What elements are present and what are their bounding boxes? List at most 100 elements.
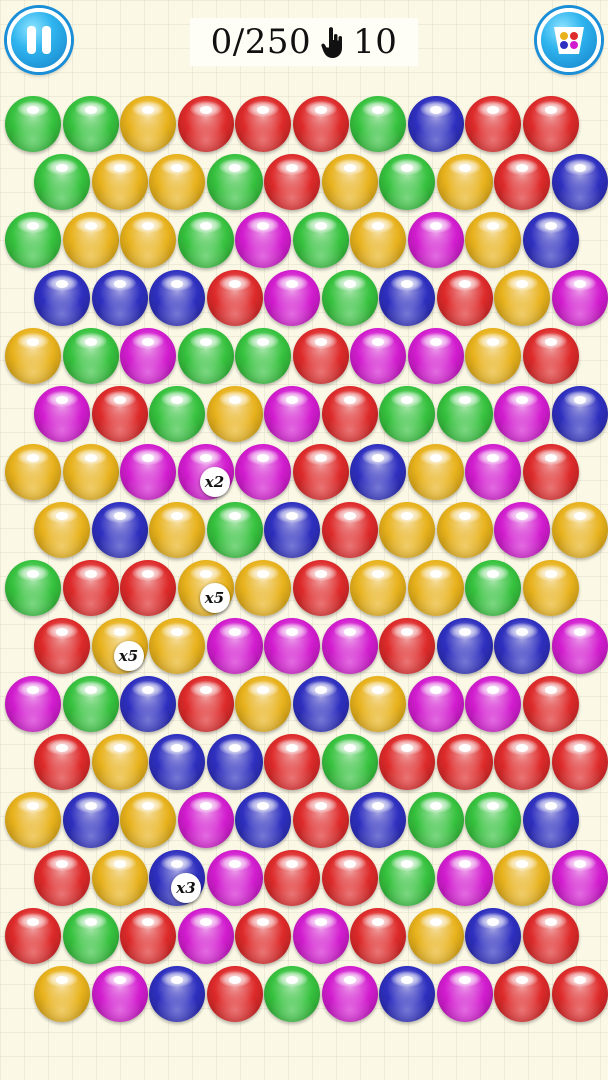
- yellow-bubble[interactable]: x5: [91, 618, 148, 674]
- red-bubble[interactable]: [522, 908, 579, 964]
- magenta-bubble[interactable]: [321, 966, 378, 1022]
- yellow-bubble[interactable]: [120, 792, 176, 848]
- red-bubble[interactable]: [522, 676, 579, 732]
- magenta-bubble[interactable]: [5, 676, 61, 732]
- red-bubble[interactable]: [292, 328, 349, 384]
- red-bubble[interactable]: [551, 966, 608, 1022]
- red-bubble[interactable]: [206, 966, 263, 1022]
- magenta-bubble[interactable]: [465, 676, 521, 732]
- green-bubble[interactable]: [62, 328, 119, 384]
- blue-bubble[interactable]: [407, 96, 464, 152]
- blue-bubble[interactable]: [436, 618, 493, 674]
- red-bubble[interactable]: [522, 444, 579, 500]
- yellow-bubble[interactable]: [350, 212, 406, 268]
- blue-bubble[interactable]: [149, 734, 205, 790]
- red-bubble[interactable]: [292, 96, 349, 152]
- yellow-bubble[interactable]: [494, 850, 550, 906]
- blue-bubble[interactable]: [120, 676, 176, 732]
- green-bubble[interactable]: [465, 792, 521, 848]
- yellow-bubble[interactable]: [149, 618, 205, 674]
- red-bubble[interactable]: [235, 908, 291, 964]
- red-bubble[interactable]: [264, 850, 320, 906]
- magenta-bubble[interactable]: [436, 850, 493, 906]
- red-bubble[interactable]: [292, 560, 349, 616]
- blue-bubble[interactable]: [235, 792, 291, 848]
- magenta-bubble[interactable]: [177, 792, 234, 848]
- yellow-bubble[interactable]: [465, 328, 521, 384]
- magenta-bubble[interactable]: [407, 328, 464, 384]
- yellow-bubble[interactable]: [551, 502, 608, 558]
- yellow-bubble[interactable]: [149, 154, 205, 210]
- green-bubble[interactable]: [436, 386, 493, 442]
- blue-bubble[interactable]: [379, 270, 435, 326]
- red-bubble[interactable]: [120, 560, 176, 616]
- yellow-bubble[interactable]: [5, 792, 61, 848]
- green-bubble[interactable]: [62, 908, 119, 964]
- green-bubble[interactable]: [264, 966, 320, 1022]
- red-bubble[interactable]: [494, 734, 550, 790]
- magenta-bubble[interactable]: [551, 850, 608, 906]
- blue-bubble[interactable]: [350, 792, 406, 848]
- blue-bubble[interactable]: [149, 270, 205, 326]
- red-bubble[interactable]: [379, 618, 435, 674]
- yellow-bubble[interactable]: [407, 908, 464, 964]
- red-bubble[interactable]: [34, 734, 90, 790]
- blue-bubble[interactable]: x3: [149, 850, 205, 906]
- red-bubble[interactable]: [436, 734, 493, 790]
- magenta-bubble[interactable]: [350, 328, 406, 384]
- blue-bubble[interactable]: [522, 792, 579, 848]
- yellow-bubble[interactable]: [379, 502, 435, 558]
- red-bubble[interactable]: [551, 734, 608, 790]
- yellow-bubble[interactable]: [206, 386, 263, 442]
- red-bubble[interactable]: [62, 560, 119, 616]
- blue-bubble[interactable]: [551, 386, 608, 442]
- blue-bubble[interactable]: [465, 908, 521, 964]
- green-bubble[interactable]: [379, 850, 435, 906]
- yellow-bubble[interactable]: [436, 502, 493, 558]
- red-bubble[interactable]: [379, 734, 435, 790]
- magenta-bubble[interactable]: [407, 676, 464, 732]
- yellow-bubble[interactable]: [350, 560, 406, 616]
- magenta-bubble[interactable]: [235, 444, 291, 500]
- blue-bubble[interactable]: [206, 734, 263, 790]
- magenta-bubble[interactable]: [436, 966, 493, 1022]
- green-bubble[interactable]: [62, 96, 119, 152]
- yellow-bubble[interactable]: [321, 154, 378, 210]
- yellow-bubble[interactable]: [91, 154, 148, 210]
- magenta-bubble[interactable]: [264, 618, 320, 674]
- red-bubble[interactable]: [436, 270, 493, 326]
- green-bubble[interactable]: [465, 560, 521, 616]
- red-bubble[interactable]: [292, 444, 349, 500]
- blue-bubble[interactable]: [350, 444, 406, 500]
- green-bubble[interactable]: [321, 734, 378, 790]
- blue-bubble[interactable]: [62, 792, 119, 848]
- red-bubble[interactable]: [522, 96, 579, 152]
- magenta-bubble[interactable]: [494, 386, 550, 442]
- blue-bubble[interactable]: [494, 618, 550, 674]
- green-bubble[interactable]: [177, 328, 234, 384]
- red-bubble[interactable]: [235, 96, 291, 152]
- green-bubble[interactable]: [177, 212, 234, 268]
- magenta-bubble[interactable]: [465, 444, 521, 500]
- red-bubble[interactable]: [494, 966, 550, 1022]
- yellow-bubble[interactable]: [5, 328, 61, 384]
- magenta-bubble[interactable]: [407, 212, 464, 268]
- magenta-bubble[interactable]: [292, 908, 349, 964]
- yellow-bubble[interactable]: [407, 560, 464, 616]
- green-bubble[interactable]: [292, 212, 349, 268]
- blue-bubble[interactable]: [149, 966, 205, 1022]
- red-bubble[interactable]: [34, 618, 90, 674]
- green-bubble[interactable]: [62, 676, 119, 732]
- yellow-bubble[interactable]: [465, 212, 521, 268]
- red-bubble[interactable]: [321, 386, 378, 442]
- magenta-bubble[interactable]: [34, 386, 90, 442]
- yellow-bubble[interactable]: [149, 502, 205, 558]
- yellow-bubble[interactable]: [350, 676, 406, 732]
- green-bubble[interactable]: [5, 212, 61, 268]
- red-bubble[interactable]: [292, 792, 349, 848]
- yellow-bubble[interactable]: [436, 154, 493, 210]
- yellow-bubble[interactable]: [34, 502, 90, 558]
- blue-bubble[interactable]: [292, 676, 349, 732]
- magenta-bubble[interactable]: [551, 618, 608, 674]
- red-bubble[interactable]: [177, 676, 234, 732]
